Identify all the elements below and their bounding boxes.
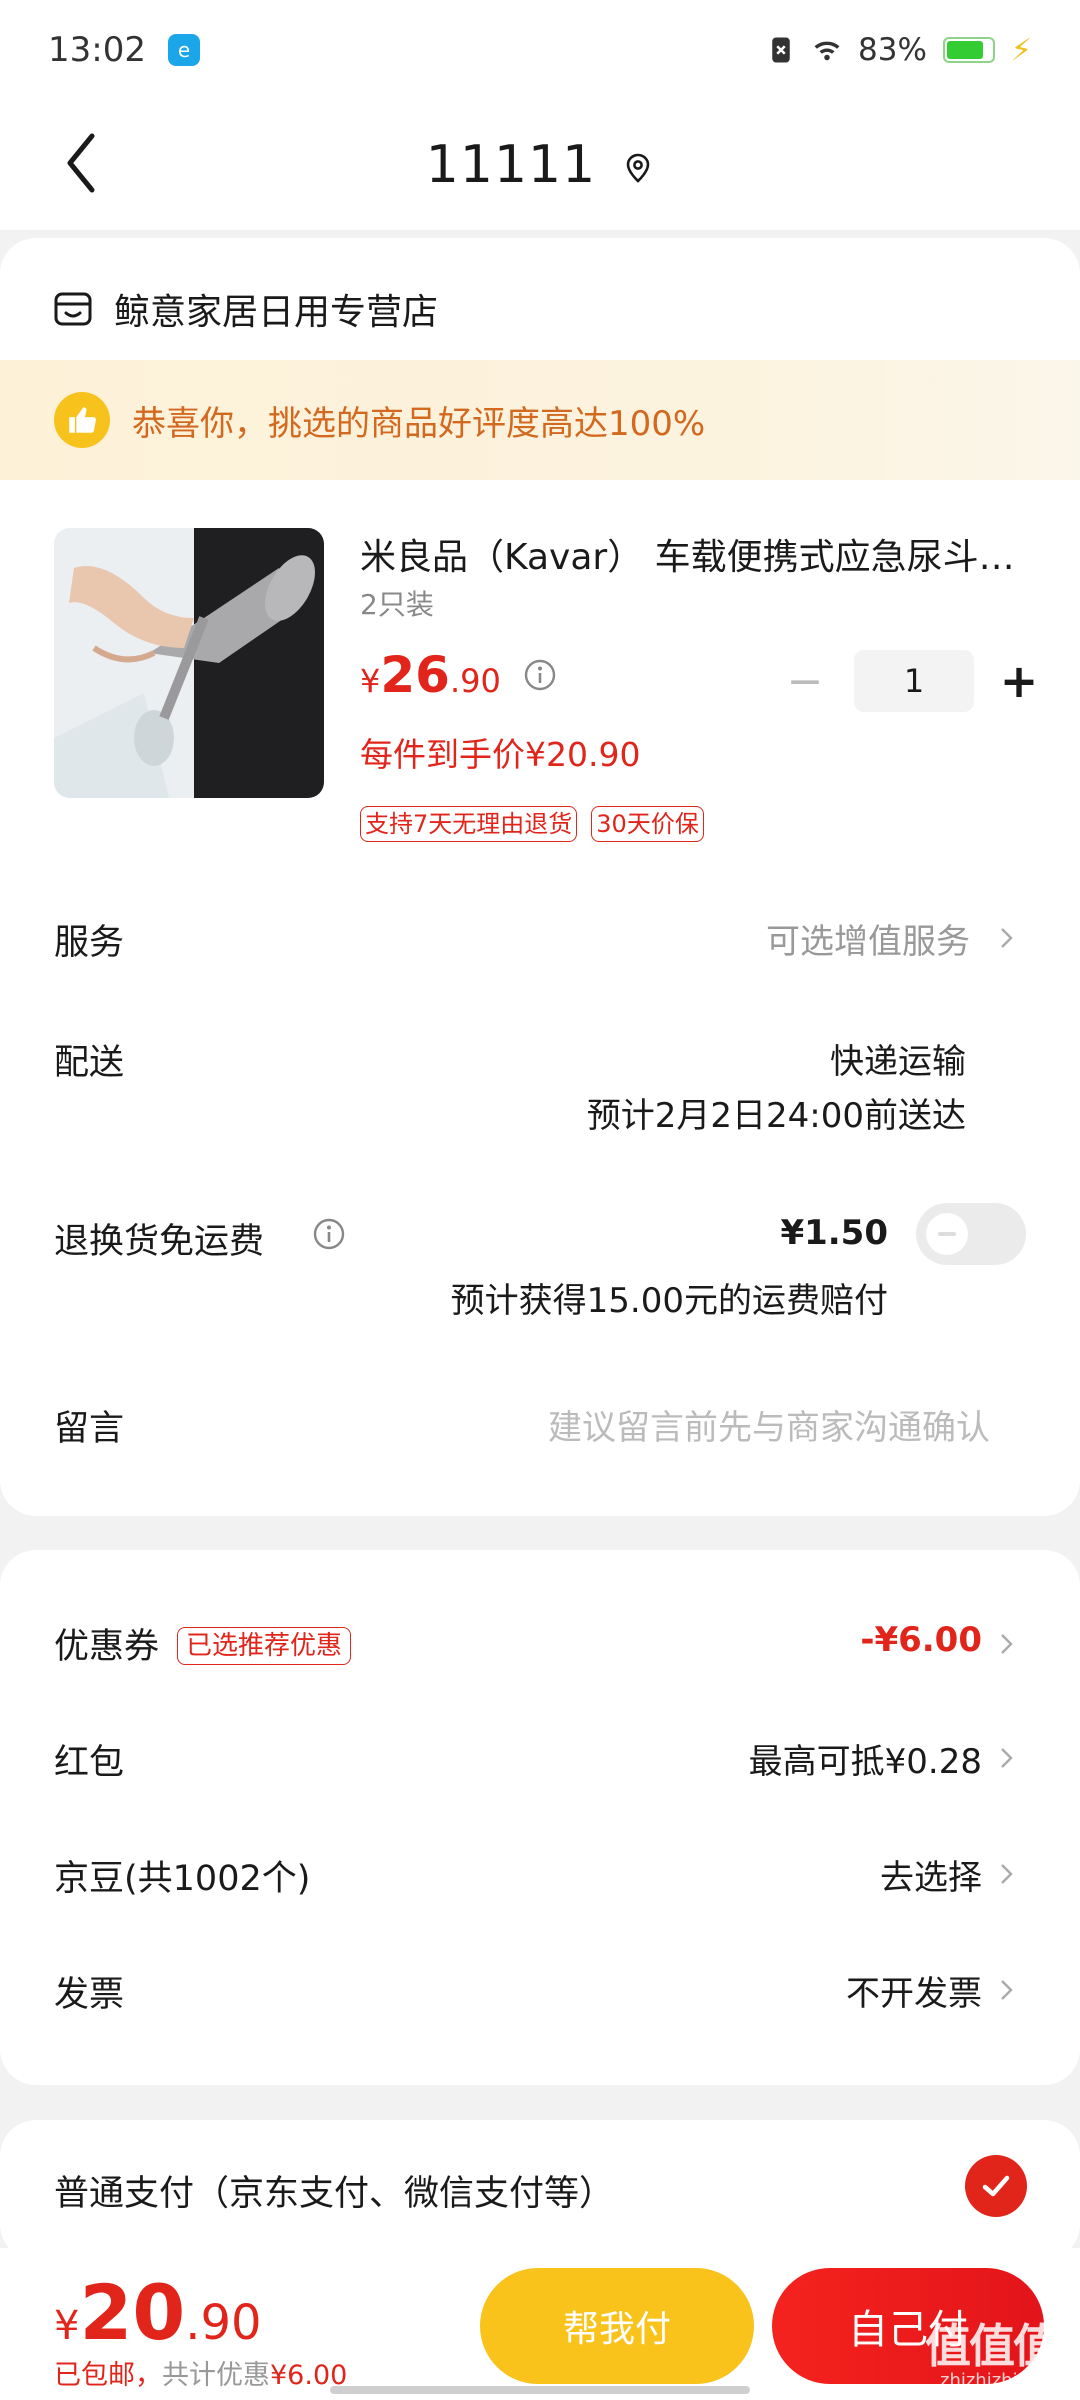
red-packet-value[interactable]: 最高可抵¥0.28 [749,1734,982,1783]
tag-return-policy: 支持7天无理由退货 [360,806,578,842]
order-card: 鲸意家居日用专营店 恭喜你，挑选的商品好评度高达100% 米良品（Kavar） … [0,238,1080,1516]
page-title[interactable]: 11111 [426,135,596,195]
delivery-label: 配送 [54,1043,125,1083]
return-shipping-price: ¥1.50 [780,1213,888,1253]
total-integer: 20 [79,2268,186,2357]
total-decimal: .90 [185,2295,262,2351]
sim-icon [772,37,790,63]
home-indicator[interactable] [330,2386,750,2394]
delivery-eta: 预计2月2日24:00前送达 [586,1096,966,1136]
return-shipping-toggle[interactable] [916,1203,1026,1265]
coupon-chevron-icon[interactable] [998,1629,1016,1659]
battery-percent: 83% [858,32,927,68]
location-pin-icon[interactable] [622,152,654,184]
status-left: 13:02 e [48,30,200,70]
delivery-method[interactable]: 快递运输 [830,1034,966,1083]
payment-card: 普通支付（京东支付、微信支付等） [0,2120,1080,2260]
status-bar: 13:02 e 83% ⚡ [0,0,1080,100]
store-icon [54,292,92,326]
thumbs-up-icon [54,392,110,448]
app-notification-icon: e [167,34,200,66]
discount-note: 共计优惠 [162,2360,270,2391]
total-summary: 已包邮，共计优惠¥6.00 [54,2353,347,2392]
price-decimal: .90 [449,662,501,700]
red-packet-label: 红包 [54,1743,125,1783]
coupon-badge: 已选推荐优惠 [177,1627,352,1665]
coupon-value[interactable]: -¥6.00 [860,1620,982,1660]
header: 11111 [0,100,1080,230]
message-label: 留言 [54,1409,125,1449]
quantity-plus-button[interactable]: + [994,654,1044,708]
info-icon[interactable] [523,658,557,692]
service-value[interactable]: 可选增值服务 [766,914,970,963]
product-spec[interactable]: 2只装 [360,583,434,623]
payment-method-label[interactable]: 普通支付（京东支付、微信支付等） [54,2165,614,2216]
store-row[interactable]: 鲸意家居日用专营店 [54,274,438,344]
price-integer: 26 [380,646,450,704]
coupon-label: 优惠券 [54,1627,160,1667]
invoice-label: 发票 [54,1975,125,2015]
service-label: 服务 [54,923,125,963]
discount-card: 优惠券 已选推荐优惠 -¥6.00 红包 最高可抵¥0.28 京豆(共1002个)… [0,1550,1080,2085]
rating-banner-text: 恭喜你，挑选的商品好评度高达100% [132,403,706,444]
message-input[interactable]: 建议留言前先与商家沟通确认 [548,1400,990,1449]
coupon-row-label: 优惠券 已选推荐优惠 [54,1618,352,1669]
back-arrow-icon[interactable] [56,128,106,198]
store-name: 鲸意家居日用专营店 [114,292,439,333]
rating-banner: 恭喜你，挑选的商品好评度高达100% [0,360,1080,480]
checkout-bar: ¥ 20 .90 已包邮，共计优惠¥6.00 帮我付 自己付 [0,2248,1080,2400]
tag-price-protection: 30天价保 [591,806,704,842]
red-packet-chevron-icon[interactable] [998,1743,1016,1773]
jd-beans-label: 京豆(共1002个) [54,1859,311,1899]
final-unit-price: 每件到手价¥20.90 [360,735,641,774]
wifi-icon [814,41,840,61]
quantity-stepper: − 1 + [780,650,1044,712]
product-title[interactable]: 米良品（Kavar） 车载便携式应急尿斗尿壶 [360,528,1026,580]
service-chevron-icon[interactable] [998,923,1016,953]
toggle-knob [926,1213,968,1255]
jd-beans-chevron-icon[interactable] [998,1859,1016,1889]
jd-beans-value[interactable]: 去选择 [880,1850,982,1899]
invoice-chevron-icon[interactable] [998,1975,1016,2005]
checkmark-icon[interactable] [965,2155,1027,2217]
product-price: ¥ 26 .90 [360,646,557,704]
return-shipping-note: 预计获得15.00元的运费赔付 [450,1281,888,1321]
total-symbol: ¥ [54,2303,80,2349]
product-tags: 支持7天无理由退货 30天价保 [360,806,704,842]
status-right: 83% ⚡ [766,32,1032,68]
price-symbol: ¥ [360,662,381,700]
quantity-input[interactable]: 1 [854,650,974,712]
watermark-url: zhizhizhi.com [940,2370,1062,2391]
watermark: 值值值 [925,2319,1059,2373]
return-info-icon[interactable] [312,1217,346,1251]
shipping-note: 已包邮， [54,2360,162,2391]
status-time: 13:02 [48,30,146,70]
help-pay-button[interactable]: 帮我付 [480,2268,754,2384]
total-price: ¥ 20 .90 [54,2268,262,2357]
return-shipping-label: 退换货免运费 [54,1222,265,1262]
invoice-value[interactable]: 不开发票 [846,1966,982,2015]
charging-icon: ⚡ [1010,32,1032,68]
quantity-minus-button[interactable]: − [780,656,830,707]
battery-icon [942,37,995,63]
product-image[interactable] [54,528,324,798]
